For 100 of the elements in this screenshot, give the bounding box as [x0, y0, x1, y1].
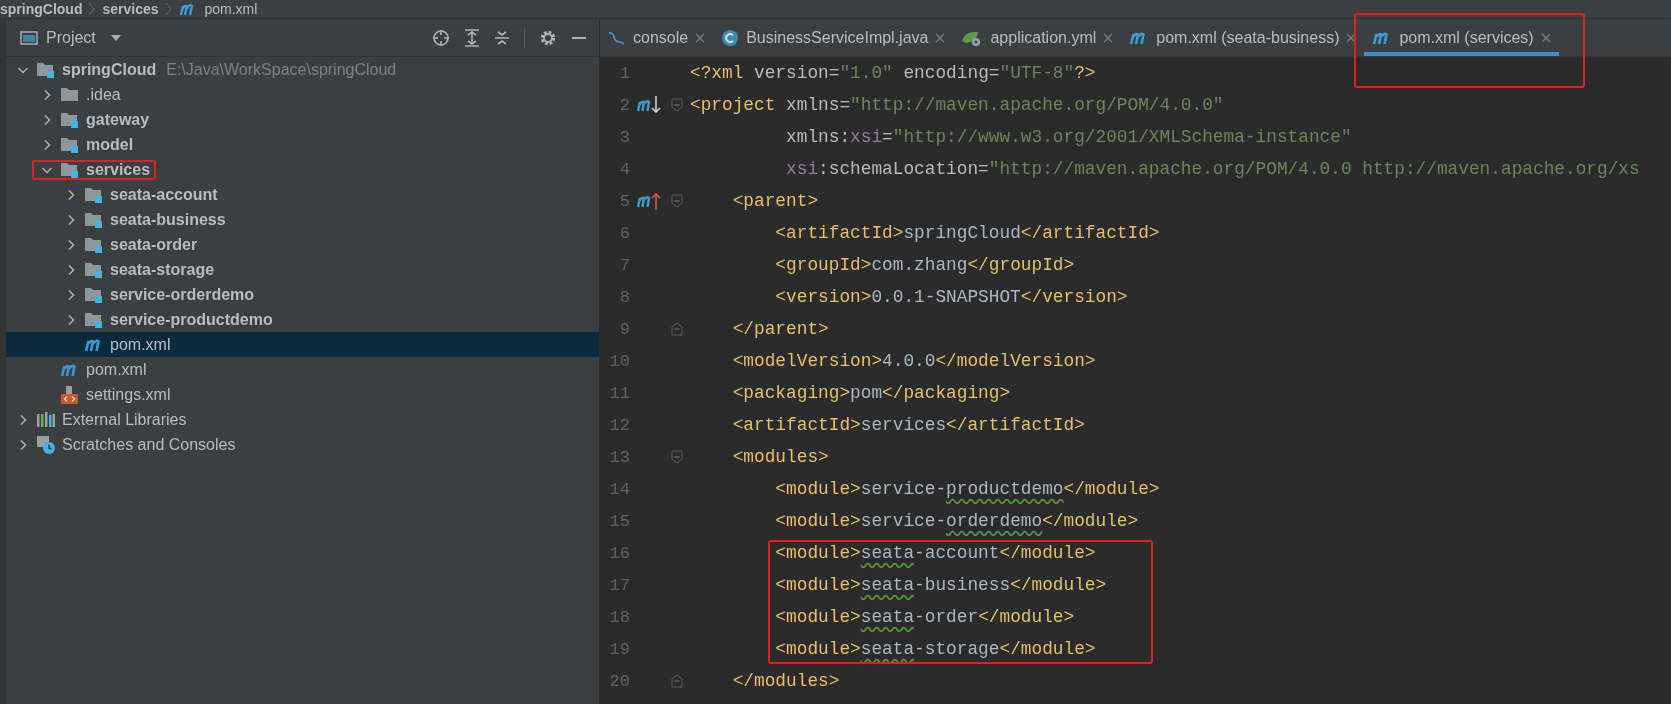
- code-line: <module>seata-business</module>: [774, 575, 1107, 595]
- close-icon[interactable]: [695, 32, 706, 43]
- tree-item[interactable]: gateway: [6, 107, 599, 132]
- code-line: <packaging>pom</packaging>: [731, 383, 1011, 403]
- tree-label: service-orderdemo: [110, 285, 255, 304]
- chevron-icon: [164, 2, 173, 16]
- line-number: 13: [608, 447, 630, 467]
- editor-tab[interactable]: pom.xml (services): [1364, 19, 1559, 56]
- settings-icon[interactable]: [539, 28, 557, 47]
- code-line: <?xml version="1.0" encoding="UTF-8"?>: [690, 63, 1096, 83]
- tree-item[interactable]: pom.xml: [6, 332, 599, 357]
- code-line: <modules>: [731, 447, 829, 467]
- tree-item[interactable]: seata-account: [6, 182, 599, 207]
- code-line: <groupId>com.zhang</groupId>: [774, 255, 1075, 275]
- tab-label: pom.xml (seata-business): [1156, 28, 1340, 47]
- tree-label: services: [86, 160, 151, 179]
- module-folder-icon: [84, 310, 104, 329]
- tree-item[interactable]: seata-order: [6, 232, 599, 257]
- code-line: xsi:schemaLocation="http://maven.apache.org/POM/4.0.0 http://maven.apache.org/xs: [785, 159, 1640, 179]
- module-folder-icon: [84, 235, 104, 254]
- xml-file-icon: [60, 384, 80, 405]
- editor-tab[interactable]: application.yml: [953, 19, 1122, 56]
- line-number: 8: [618, 287, 630, 307]
- breadcrumb-item[interactable]: services: [102, 1, 159, 17]
- tree-item[interactable]: seata-storage: [6, 257, 599, 282]
- line-number: 17: [608, 575, 630, 595]
- tab-label: application.yml: [990, 28, 1097, 47]
- code-line: xmlns:xsi="http://www.w3.org/2001/XMLSchema-instance": [785, 127, 1352, 147]
- tree-label: model: [86, 135, 134, 154]
- module-folder-icon: [60, 110, 80, 129]
- code-line: <module>service-productdemo</module>: [774, 479, 1160, 499]
- code-line: <project xmlns="http://maven.apache.org/POM/4.0.0": [690, 95, 1224, 115]
- tree-item[interactable]: Scratches and Consoles: [6, 432, 599, 457]
- editor-tab[interactable]: console: [600, 19, 714, 56]
- code-line: <modelVersion>4.0.0</modelVersion>: [731, 351, 1096, 371]
- tree-item[interactable]: services: [6, 157, 599, 182]
- code-line: </parent>: [731, 319, 829, 339]
- panel-title[interactable]: Project: [46, 28, 96, 47]
- tree-label: seata-account: [110, 185, 218, 204]
- tree-item[interactable]: seata-business: [6, 207, 599, 232]
- dropdown-caret-icon[interactable]: [109, 33, 122, 42]
- tree-label: seata-order: [110, 235, 198, 254]
- tree-item[interactable]: External Libraries: [6, 407, 599, 432]
- line-number: 3: [618, 127, 630, 147]
- line-number: 5: [618, 191, 630, 211]
- module-folder-icon: [84, 260, 104, 279]
- folder-icon: [60, 85, 80, 104]
- code-line: <module>seata-order</module>: [774, 607, 1075, 627]
- tree-item[interactable]: springCloud E:\Java\WorkSpace\springCloud: [6, 57, 599, 82]
- line-number: 10: [608, 351, 630, 371]
- close-icon[interactable]: [1346, 32, 1357, 43]
- tree-label: service-productdemo: [110, 310, 273, 329]
- tree-label: Scratches and Consoles: [62, 435, 236, 454]
- line-number: 19: [608, 639, 630, 659]
- editor-tab[interactable]: BusinessServiceImpl.java: [713, 19, 954, 56]
- collapse-all-icon[interactable]: [494, 28, 510, 47]
- line-number: 14: [608, 479, 630, 499]
- tree-label: springCloud: [62, 60, 157, 79]
- tree-label: gateway: [86, 110, 150, 129]
- tree-item[interactable]: service-productdemo: [6, 307, 599, 332]
- class-icon: [721, 28, 740, 47]
- editor-tab[interactable]: pom.xml (seata-business): [1121, 19, 1365, 56]
- tree-label: seata-business: [110, 210, 226, 229]
- code-line: <module>service-orderdemo</module>: [774, 511, 1139, 531]
- module-folder-icon: [36, 60, 56, 79]
- tree-label: seata-storage: [110, 260, 215, 279]
- tree-item[interactable]: model: [6, 132, 599, 157]
- line-number: 15: [608, 511, 630, 531]
- console-clock-icon: [36, 434, 56, 455]
- module-folder-icon: [84, 185, 104, 204]
- window-icon: [20, 29, 38, 46]
- tree-item[interactable]: pom.xml: [6, 357, 599, 382]
- m-arrow-down-icon[interactable]: [636, 94, 664, 116]
- tree-label: External Libraries: [62, 410, 187, 429]
- code-line: <parent>: [731, 191, 819, 211]
- tree-label: pom.xml: [86, 360, 147, 379]
- tree-label: pom.xml: [110, 335, 171, 354]
- expand-all-icon[interactable]: [464, 28, 480, 47]
- locate-icon[interactable]: [432, 28, 450, 47]
- line-number: 18: [608, 607, 630, 627]
- tree-label: .idea: [86, 85, 121, 104]
- code-line: <version>0.0.1-SNAPSHOT</version>: [774, 287, 1128, 307]
- close-icon[interactable]: [1103, 32, 1114, 43]
- line-number: 20: [608, 671, 630, 691]
- close-icon[interactable]: [935, 32, 946, 43]
- tree-item[interactable]: .idea: [6, 82, 599, 107]
- tree-item[interactable]: settings.xml: [6, 382, 599, 407]
- code-line: <module>seata-account</module>: [774, 543, 1096, 563]
- tab-label: BusinessServiceImpl.java: [746, 28, 929, 47]
- project-path: E:\Java\WorkSpace\springCloud: [166, 60, 397, 79]
- code-line: <artifactId>services</artifactId>: [731, 415, 1085, 435]
- breadcrumb-item[interactable]: springCloud: [0, 1, 83, 17]
- tab-label: pom.xml (services): [1399, 28, 1534, 47]
- close-icon[interactable]: [1540, 32, 1551, 43]
- chevron-icon: [88, 2, 97, 16]
- line-number: 1: [618, 63, 630, 83]
- tree-item[interactable]: service-orderdemo: [6, 282, 599, 307]
- line-number: 2: [618, 95, 630, 115]
- line-number: 4: [618, 159, 630, 179]
- breadcrumb-item[interactable]: pom.xml: [204, 1, 258, 17]
